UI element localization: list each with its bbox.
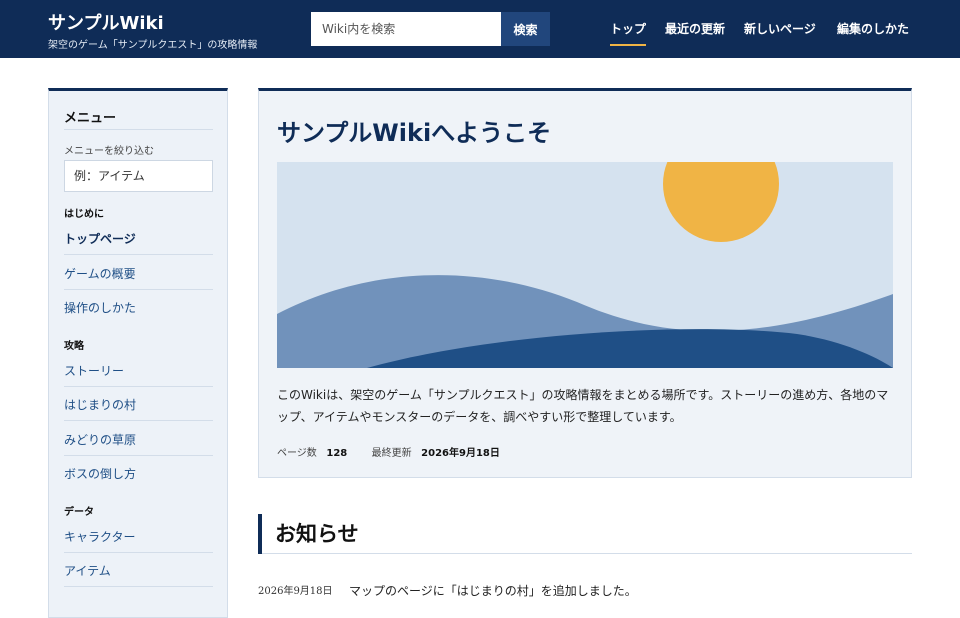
sidebar: メニュー メニューを絞り込む はじめに トップページ ゲームの概要 操作のしかた… <box>48 88 228 618</box>
page-title: サンプルWikiへようこそ <box>277 119 552 147</box>
intro-text: このWikiは、架空のゲーム「サンプルクエスト」の攻略情報をまとめる場所です。ス… <box>277 388 889 424</box>
news-text[interactable]: マップのページに「はじまりの村」を追加しました。 <box>349 582 637 599</box>
nav-recent-updates[interactable]: 最近の更新 <box>665 20 725 37</box>
filter-label: メニューを絞り込む <box>64 146 154 157</box>
sidebar-section-data: データ <box>64 507 94 518</box>
nav-new-pages[interactable]: 新しいページ <box>744 20 816 37</box>
heading-accent-bar <box>258 514 262 554</box>
site-subtitle: 架空のゲーム「サンプルクエスト」の攻略情報 <box>48 40 258 51</box>
divider <box>64 420 213 421</box>
divider <box>64 289 213 290</box>
nav-top[interactable]: トップ <box>610 20 646 37</box>
search-input[interactable] <box>311 12 501 46</box>
nav-how-to-edit[interactable]: 編集のしかた <box>837 20 909 37</box>
divider <box>64 254 213 255</box>
sidebar-title: メニュー <box>64 111 117 126</box>
divider <box>64 386 213 387</box>
page-count-value: 128 <box>326 448 348 459</box>
last-updated-value: 2026年9月18日 <box>421 448 500 459</box>
sidebar-item-story[interactable]: ストーリー <box>64 362 124 379</box>
search-form: 検索 <box>311 12 550 46</box>
sidebar-item-characters[interactable]: キャラクター <box>64 528 136 545</box>
sidebar-item-green-meadow[interactable]: みどりの草原 <box>64 431 136 448</box>
menu-filter-input[interactable] <box>64 160 213 192</box>
sidebar-item-top-page[interactable]: トップページ <box>64 230 136 247</box>
nav-active-indicator <box>610 44 646 46</box>
welcome-card: サンプルWikiへようこそ このWikiは、架空のゲーム「サンプルクエスト」の攻… <box>258 88 912 478</box>
news-date: 2026年9月18日 <box>258 586 333 597</box>
sidebar-item-items[interactable]: アイテム <box>64 562 111 579</box>
search-button[interactable]: 検索 <box>501 12 550 46</box>
last-updated-label: 最終更新 <box>371 448 412 459</box>
hero-landscape-image <box>277 162 893 368</box>
news-title: お知らせ <box>275 522 359 546</box>
divider <box>64 552 213 553</box>
sidebar-section-guide: 攻略 <box>64 341 84 352</box>
news-heading: お知らせ <box>258 514 912 554</box>
sidebar-item-game-overview[interactable]: ゲームの概要 <box>64 265 136 282</box>
sidebar-item-controls[interactable]: 操作のしかた <box>64 299 136 316</box>
divider <box>64 586 213 587</box>
divider <box>64 455 213 456</box>
divider <box>64 129 213 130</box>
page-count-label: ページ数 <box>277 448 317 459</box>
site-header: サンプルWiki 架空のゲーム「サンプルクエスト」の攻略情報 検索 トップ 最近… <box>0 0 960 58</box>
sidebar-item-boss-guide[interactable]: ボスの倒し方 <box>64 465 136 482</box>
news-item: 2026年9月18日 マップのページに「はじまりの村」を追加しました。 <box>258 582 912 602</box>
site-title[interactable]: サンプルWiki <box>48 9 164 35</box>
page-meta: ページ数 128 最終更新 2026年9月18日 <box>277 444 500 459</box>
sidebar-section-intro: はじめに <box>64 209 104 220</box>
sidebar-item-starting-village[interactable]: はじまりの村 <box>64 396 136 413</box>
